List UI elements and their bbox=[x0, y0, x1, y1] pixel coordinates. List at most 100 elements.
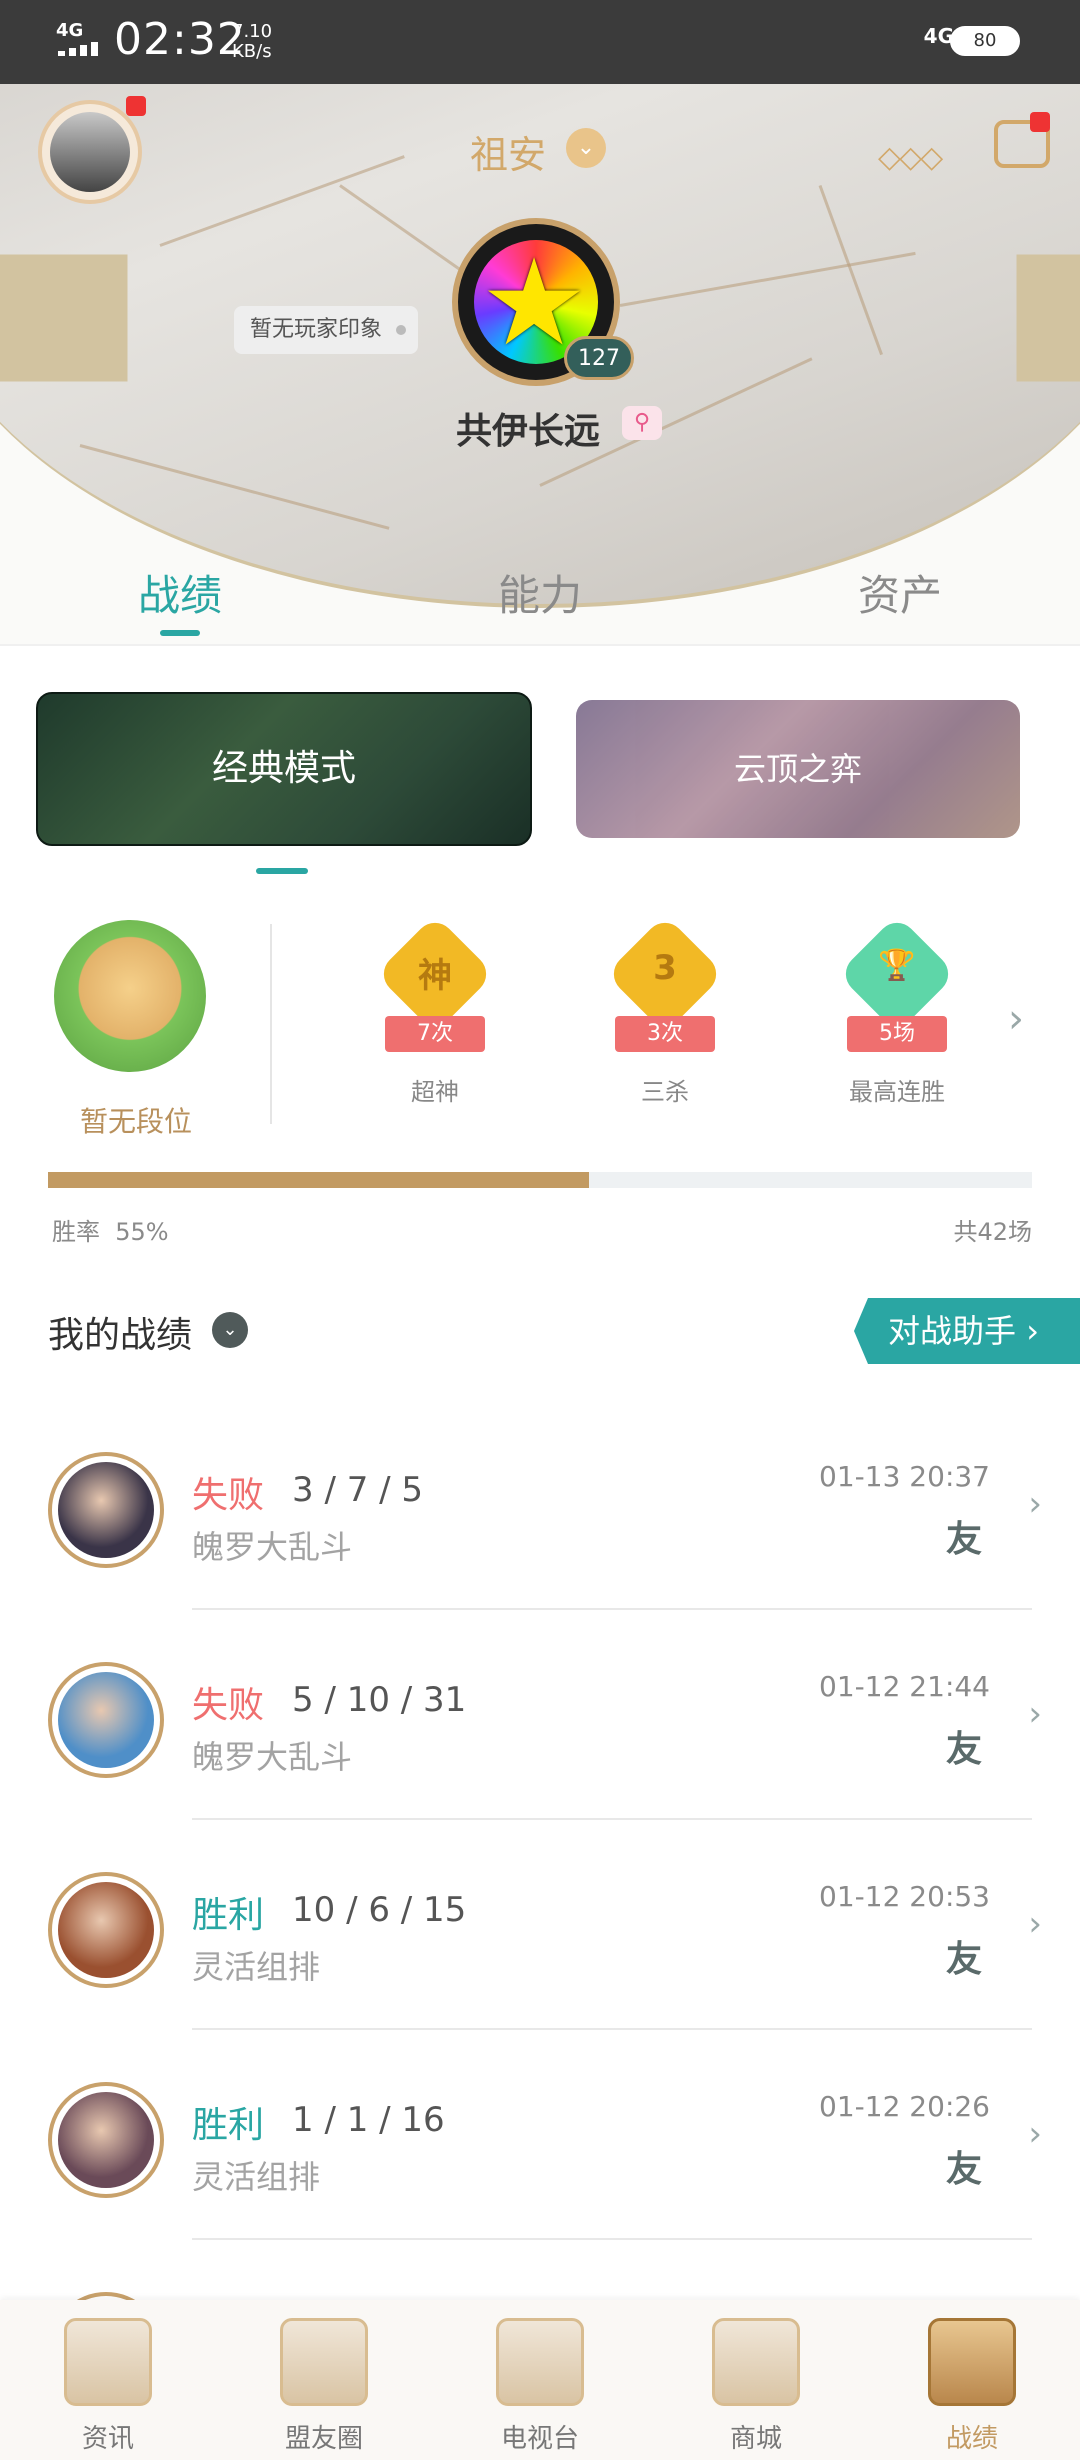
match-row[interactable]: 胜利 10 / 6 / 15 灵活组排 01-12 20:53 友 › bbox=[0, 1820, 1080, 2030]
win-rate-label: 胜率 55% bbox=[52, 1212, 169, 1247]
champion-portrait bbox=[58, 1672, 154, 1768]
match-result: 失败 bbox=[192, 1475, 265, 1516]
match-time: 01-12 21:44 bbox=[819, 1670, 990, 1703]
network-speed-unit: KB/s bbox=[232, 41, 272, 62]
bottom-nav: 资讯 盟友圈 电视台 商城 战绩 bbox=[0, 2300, 1080, 2460]
user-avatar[interactable] bbox=[38, 100, 142, 204]
divider bbox=[0, 644, 1080, 646]
record-icon bbox=[928, 2318, 1016, 2406]
win-rate-fill bbox=[48, 1172, 590, 1188]
battery-icon: 80 bbox=[950, 26, 1020, 56]
tab-record[interactable]: 战绩 bbox=[0, 562, 360, 623]
mode-card-classic[interactable]: 经典模式 bbox=[36, 692, 532, 846]
tab-ability[interactable]: 能力 bbox=[360, 562, 720, 623]
total-games: 共42场 bbox=[953, 1218, 1032, 1246]
player-impression-tag[interactable]: 暂无玩家印象 bbox=[234, 306, 419, 354]
match-kda: 3 / 7 / 5 bbox=[292, 1470, 424, 1510]
match-result: 胜利 bbox=[192, 1895, 265, 1936]
achievement-count: 3次 bbox=[615, 1016, 715, 1052]
match-mode: 灵活组排 bbox=[192, 1948, 321, 1986]
network-speed-value: 7.10 bbox=[232, 21, 273, 42]
nav-label: 战绩 bbox=[945, 2424, 998, 2454]
match-result: 失败 bbox=[192, 1685, 265, 1726]
match-time: 01-13 20:37 bbox=[819, 1460, 990, 1493]
match-mode: 魄罗大乱斗 bbox=[192, 1528, 353, 1566]
match-time: 01-12 20:26 bbox=[819, 2090, 990, 2123]
friend-badge-icon: 友 bbox=[945, 1939, 982, 1980]
main-tabs: 战绩 能力 资产 bbox=[0, 544, 1080, 644]
nav-label: 电视台 bbox=[500, 2424, 579, 2454]
rank-label: 暂无段位 bbox=[79, 1105, 192, 1138]
match-kda: 10 / 6 / 15 bbox=[292, 1890, 467, 1930]
nav-item-2[interactable]: 电视台 bbox=[432, 2300, 648, 2460]
level-badge: 127 bbox=[564, 336, 634, 380]
signal-icon bbox=[58, 42, 102, 56]
champion-portrait bbox=[58, 1462, 154, 1558]
player-name: 共伊长远 bbox=[456, 411, 601, 452]
champion-avatar bbox=[48, 2082, 164, 2198]
chat-notification-dot bbox=[1030, 112, 1050, 132]
friends-circle-icon bbox=[280, 2318, 368, 2406]
friend-badge-icon: 友 bbox=[945, 1519, 982, 1560]
chevron-right-icon: › bbox=[1028, 1904, 1042, 1944]
tv-icon bbox=[496, 2318, 584, 2406]
champion-avatar bbox=[48, 1872, 164, 1988]
avatar-notification-dot bbox=[126, 96, 146, 116]
chevron-right-icon: › bbox=[1028, 1694, 1042, 1734]
chevron-right-icon: › bbox=[1028, 2114, 1042, 2154]
match-result: 胜利 bbox=[192, 2105, 265, 2146]
chevron-down-icon[interactable]: ⌄ bbox=[566, 128, 606, 168]
champion-portrait bbox=[58, 1882, 154, 1978]
champion-avatar bbox=[48, 1662, 164, 1778]
achievement-count: 5场 bbox=[847, 1016, 947, 1052]
battle-assistant-label: 对战助手 bbox=[888, 1312, 1017, 1350]
tab-active-indicator bbox=[160, 630, 200, 636]
news-icon bbox=[64, 2318, 152, 2406]
chevron-right-icon: › bbox=[1028, 1484, 1042, 1524]
trophy-icon: 🏆 bbox=[878, 948, 916, 983]
achievement-label: 三杀 bbox=[641, 1078, 689, 1106]
network-type: 4G bbox=[56, 20, 84, 41]
achievement-count: 7次 bbox=[385, 1016, 485, 1052]
mode-card-tft[interactable]: 云顶之弈 bbox=[576, 700, 1020, 838]
badge-glyph: 神 bbox=[418, 956, 452, 996]
match-mode: 魄罗大乱斗 bbox=[192, 1738, 353, 1776]
win-rate-text: 胜率 bbox=[52, 1218, 100, 1246]
match-row[interactable]: 失败 3 / 7 / 5 魄罗大乱斗 01-13 20:37 友 › bbox=[0, 1400, 1080, 1610]
win-rate-bar bbox=[48, 1172, 1032, 1188]
network-speed: 7.10 KB/s bbox=[232, 22, 272, 62]
chevron-right-icon[interactable]: › bbox=[1008, 996, 1024, 1042]
store-icon bbox=[712, 2318, 800, 2406]
friend-badge-icon: 友 bbox=[945, 1729, 982, 1770]
nav-item-0[interactable]: 资讯 bbox=[0, 2300, 216, 2460]
my-record-title[interactable]: 我的战绩 bbox=[48, 1306, 192, 1358]
champion-avatar bbox=[48, 1452, 164, 1568]
match-kda: 1 / 1 / 16 bbox=[292, 2100, 445, 2140]
nav-item-1[interactable]: 盟友圈 bbox=[216, 2300, 432, 2460]
search-icon[interactable]: ⚲ bbox=[622, 406, 662, 440]
region-name[interactable]: 祖安 bbox=[470, 124, 546, 179]
achievement-label: 超神 bbox=[411, 1078, 459, 1106]
nav-label: 资讯 bbox=[81, 2424, 134, 2454]
tab-assets[interactable]: 资产 bbox=[720, 562, 1080, 623]
nav-item-4[interactable]: 战绩 bbox=[864, 2300, 1080, 2460]
battle-assistant-button[interactable]: 对战助手 › bbox=[854, 1298, 1080, 1364]
achievement-label: 最高连胜 bbox=[849, 1078, 945, 1106]
match-kda: 5 / 10 / 31 bbox=[292, 1680, 467, 1720]
nav-label: 商城 bbox=[729, 2424, 782, 2454]
badge-glyph: 3 bbox=[653, 948, 677, 988]
chevron-down-icon[interactable]: ⌄ bbox=[212, 1312, 248, 1348]
champion-portrait bbox=[58, 2092, 154, 2188]
nav-item-3[interactable]: 商城 bbox=[648, 2300, 864, 2460]
more-icon[interactable]: ◇◇◇ bbox=[878, 140, 943, 175]
match-row[interactable]: 失败 5 / 10 / 31 魄罗大乱斗 01-12 21:44 友 › bbox=[0, 1610, 1080, 1820]
mode-active-indicator bbox=[256, 868, 308, 874]
nav-label: 盟友圈 bbox=[284, 2424, 363, 2454]
match-row[interactable]: 胜利 1 / 1 / 16 灵活组排 01-12 20:26 友 › bbox=[0, 2030, 1080, 2240]
status-bar: 4G 02:32 7.10 KB/s 4G 80 bbox=[0, 0, 1080, 84]
friend-badge-icon: 友 bbox=[945, 2149, 982, 2190]
clock: 02:32 bbox=[114, 14, 246, 65]
rank-section[interactable]: 暂无段位 bbox=[36, 912, 236, 1142]
match-time: 01-12 20:53 bbox=[819, 1880, 990, 1913]
divider bbox=[270, 924, 272, 1124]
